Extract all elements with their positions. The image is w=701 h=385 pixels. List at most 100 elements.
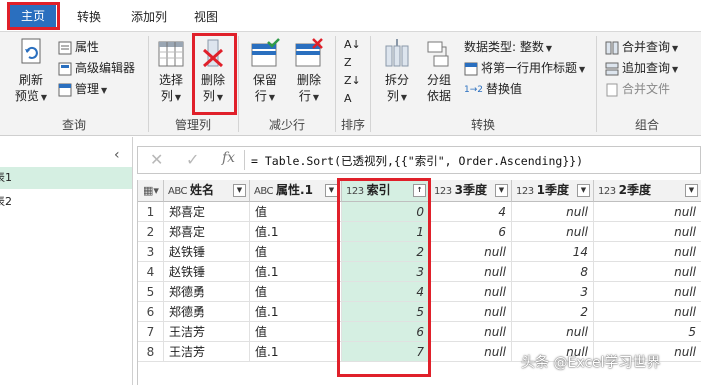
table-cell[interactable]: null xyxy=(430,342,512,362)
table-cell[interactable]: 5 xyxy=(342,302,430,322)
tab-transform[interactable]: 转换 xyxy=(70,7,108,27)
table-cell[interactable]: null xyxy=(594,262,701,282)
table-corner-menu[interactable]: ▦▾ xyxy=(138,180,164,202)
row-number[interactable]: 3 xyxy=(138,242,164,262)
table-cell[interactable]: 3 xyxy=(512,282,594,302)
table-cell[interactable]: 5 xyxy=(594,322,701,342)
manage-button[interactable]: 管理 ▼ xyxy=(58,80,107,98)
filter-dropdown-icon[interactable]: ▼ xyxy=(685,184,698,197)
table-cell[interactable]: 郑喜定 xyxy=(164,222,250,242)
table-cell[interactable]: null xyxy=(430,302,512,322)
table-cell[interactable]: null xyxy=(594,222,701,242)
refresh-preview-button[interactable]: 刷新 预览 ▼ xyxy=(8,36,54,106)
row-number[interactable]: 5 xyxy=(138,282,164,302)
table-cell[interactable]: 6 xyxy=(342,322,430,342)
table-cell[interactable]: 王洁芳 xyxy=(164,342,250,362)
tab-add-column[interactable]: 添加列 xyxy=(124,7,174,27)
properties-button[interactable]: 属性 xyxy=(58,38,99,56)
filter-dropdown-icon[interactable]: ▼ xyxy=(325,184,338,197)
column-header[interactable]: 123 1季度 ▼ xyxy=(512,180,594,202)
number-type-icon[interactable]: 123 xyxy=(598,181,616,201)
remove-columns-button[interactable]: 删除 列 ▼ xyxy=(195,38,231,106)
table-cell[interactable]: 值 xyxy=(250,242,342,262)
table-cell[interactable]: 王洁芳 xyxy=(164,322,250,342)
fx-icon[interactable]: fx xyxy=(222,150,235,166)
number-type-icon[interactable]: 123 xyxy=(434,181,452,201)
filter-dropdown-icon[interactable]: ▼ xyxy=(233,184,246,197)
text-type-icon[interactable]: ABC xyxy=(254,181,274,201)
table-cell[interactable]: 7 xyxy=(342,342,430,362)
merge-queries-button[interactable]: 合并查询 ▼ xyxy=(605,38,678,56)
row-number[interactable]: 2 xyxy=(138,222,164,242)
formula-input[interactable]: = Table.Sort(已透视列,{{"索引", Order.Ascendin… xyxy=(251,153,583,169)
use-first-row-as-headers-button[interactable]: 将第一行用作标题 ▼ xyxy=(464,59,585,77)
cancel-icon[interactable]: ✕ xyxy=(150,150,163,169)
table-cell[interactable]: null xyxy=(594,242,701,262)
remove-rows-button[interactable]: 删除 行 ▼ xyxy=(290,38,328,106)
replace-values-button[interactable]: 1→2 替换值 xyxy=(464,80,522,98)
row-number[interactable]: 8 xyxy=(138,342,164,362)
table-cell[interactable]: null xyxy=(512,222,594,242)
table-cell[interactable]: 赵铁锤 xyxy=(164,242,250,262)
table-cell[interactable]: null xyxy=(594,302,701,322)
column-header[interactable]: 123 索引 ↑ xyxy=(342,180,430,202)
table-cell[interactable]: null xyxy=(430,242,512,262)
sort-ascending-button[interactable]: A↓ Z xyxy=(344,36,361,69)
data-type-dropdown[interactable]: 数据类型: 整数 ▼ xyxy=(464,38,552,56)
table-cell[interactable]: 郑德勇 xyxy=(164,302,250,322)
row-number[interactable]: 7 xyxy=(138,322,164,342)
row-number[interactable]: 4 xyxy=(138,262,164,282)
tab-view[interactable]: 视图 xyxy=(188,7,224,27)
table-cell[interactable]: 值 xyxy=(250,282,342,302)
number-type-icon[interactable]: 123 xyxy=(516,181,534,201)
table-cell[interactable]: 14 xyxy=(512,242,594,262)
table-cell[interactable]: 值.1 xyxy=(250,222,342,242)
column-header[interactable]: 123 3季度 ▼ xyxy=(430,180,512,202)
table-cell[interactable]: 2 xyxy=(512,302,594,322)
table-cell[interactable]: 4 xyxy=(342,282,430,302)
table-cell[interactable]: null xyxy=(430,282,512,302)
column-header[interactable]: 123 2季度 ▼ xyxy=(594,180,701,202)
table-cell[interactable]: 1 xyxy=(342,222,430,242)
table-cell[interactable]: null xyxy=(512,202,594,222)
text-type-icon[interactable]: ABC xyxy=(168,181,188,201)
combine-files-button[interactable]: 合并文件 xyxy=(605,80,670,98)
table-cell[interactable]: 4 xyxy=(430,202,512,222)
table-cell[interactable]: 2 xyxy=(342,242,430,262)
table-cell[interactable]: null xyxy=(594,202,701,222)
table-cell[interactable]: 值 xyxy=(250,202,342,222)
table-cell[interactable]: 6 xyxy=(430,222,512,242)
table-cell[interactable]: 郑德勇 xyxy=(164,282,250,302)
row-number[interactable]: 6 xyxy=(138,302,164,322)
query-item-table1[interactable]: 表1 xyxy=(0,167,132,189)
choose-columns-button[interactable]: 选择 列 ▼ xyxy=(153,38,189,106)
table-cell[interactable]: 值.1 xyxy=(250,302,342,322)
sort-filter-icon[interactable]: ↑ xyxy=(413,184,426,197)
table-cell[interactable]: null xyxy=(512,322,594,342)
table-cell[interactable]: 值.1 xyxy=(250,342,342,362)
table-cell[interactable]: null xyxy=(430,322,512,342)
advanced-editor-button[interactable]: 高级编辑器 xyxy=(58,59,135,77)
table-cell[interactable]: 值 xyxy=(250,322,342,342)
table-cell[interactable]: 0 xyxy=(342,202,430,222)
append-queries-button[interactable]: 追加查询 ▼ xyxy=(605,59,678,77)
table-cell[interactable]: null xyxy=(594,282,701,302)
sort-descending-button[interactable]: Z↓ A xyxy=(344,72,361,105)
tab-home[interactable]: 主页 xyxy=(10,4,56,29)
table-cell[interactable]: 郑喜定 xyxy=(164,202,250,222)
filter-dropdown-icon[interactable]: ▼ xyxy=(495,184,508,197)
collapse-pane-chevron-icon[interactable]: ‹ xyxy=(114,147,120,163)
query-item-table2[interactable]: 表2 xyxy=(0,191,132,213)
commit-check-icon[interactable]: ✓ xyxy=(186,150,199,169)
column-header[interactable]: ABC 属性.1 ▼ xyxy=(250,180,342,202)
table-cell[interactable]: 赵铁锤 xyxy=(164,262,250,282)
table-cell[interactable]: 3 xyxy=(342,262,430,282)
keep-rows-button[interactable]: 保留 行 ▼ xyxy=(246,38,284,106)
split-column-button[interactable]: 拆分 列 ▼ xyxy=(378,38,416,106)
table-cell[interactable]: null xyxy=(430,262,512,282)
group-by-button[interactable]: 分组 依据 xyxy=(420,38,458,104)
row-number[interactable]: 1 xyxy=(138,202,164,222)
table-cell[interactable]: 值.1 xyxy=(250,262,342,282)
table-cell[interactable]: 8 xyxy=(512,262,594,282)
filter-dropdown-icon[interactable]: ▼ xyxy=(577,184,590,197)
